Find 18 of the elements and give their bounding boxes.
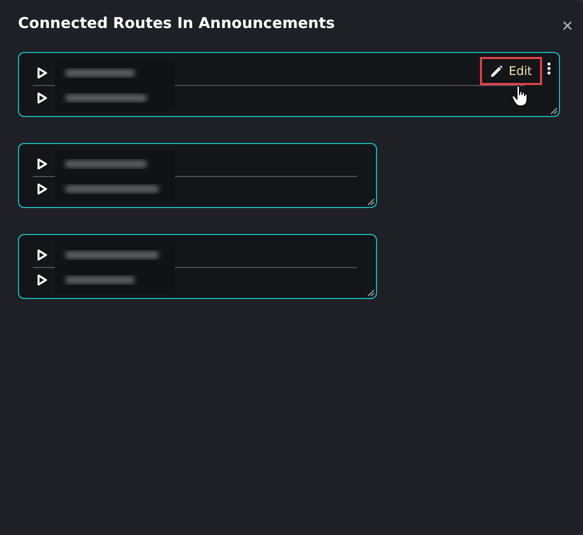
more-icon[interactable] [547,62,551,75]
resize-handle-icon [550,107,558,115]
play-icon [37,158,47,170]
pencil-icon [490,64,503,78]
route-card[interactable] [18,234,377,299]
play-icon [37,274,47,286]
hand-cursor-icon [511,85,529,107]
play-icon [37,92,47,104]
close-button[interactable]: × [560,16,575,36]
route-card[interactable] [18,143,377,208]
resize-handle-icon [367,289,375,297]
play-icon [37,183,47,195]
edit-button[interactable]: Edit [480,57,542,85]
resize-handle-icon [367,198,375,206]
play-icon [37,67,47,79]
dialog-title: Connected Routes In Announcements [18,14,335,32]
play-icon [37,249,47,261]
route-card[interactable]: Edit [18,52,560,117]
